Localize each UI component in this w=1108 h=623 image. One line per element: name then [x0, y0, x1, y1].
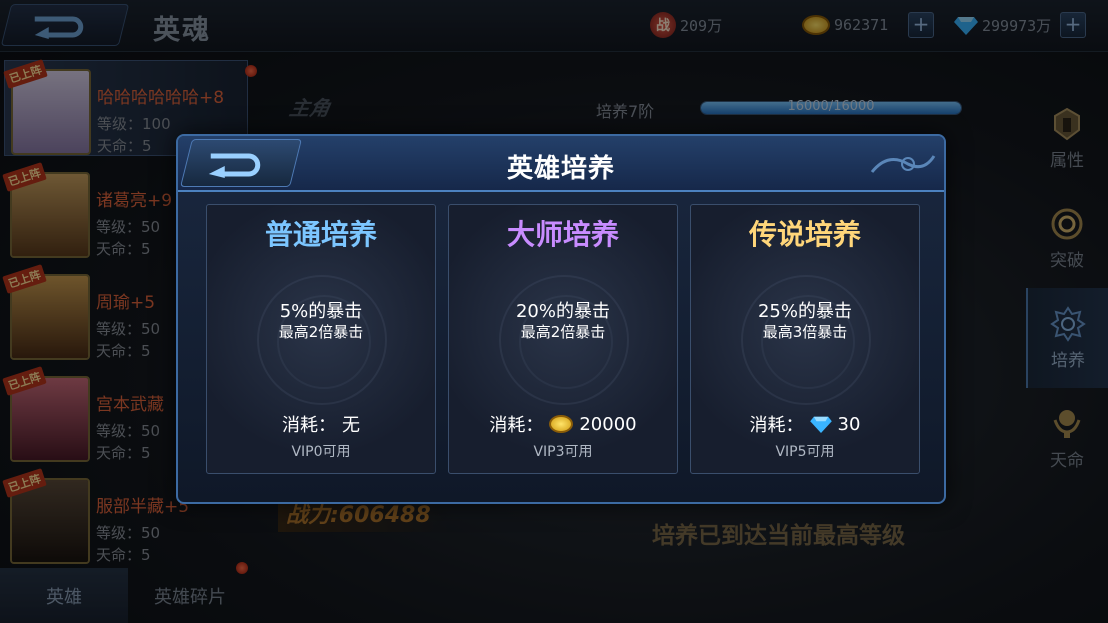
vip-requirement: VIP3可用: [533, 444, 593, 460]
cost-value: 30: [837, 413, 861, 435]
crit-max: 最高3倍暴击: [762, 323, 848, 341]
hero-training-dialog: 英雄培养 普通培养 5%的暴击 最高2倍暴击 消耗： 无 VIP0可用 大师培养…: [176, 134, 946, 504]
legend-training-card[interactable]: 传说培养 25%的暴击 最高3倍暴击 消耗： 30 VIP5可用: [690, 204, 920, 474]
cost-label: 消耗：: [749, 415, 804, 436]
cloud-ornament-icon: [870, 155, 936, 173]
dialog-title: 英雄培养: [506, 154, 615, 184]
gold-coin-icon: [549, 415, 574, 433]
master-training-card[interactable]: 大师培养 20%的暴击 最高2倍暴击 消耗： 20000 VIP3可用: [448, 204, 678, 474]
normal-training-card[interactable]: 普通培养 5%的暴击 最高2倍暴击 消耗： 无 VIP0可用: [206, 204, 436, 474]
training-cost: 消耗： 30: [691, 411, 919, 437]
crit-max: 最高2倍暴击: [278, 323, 364, 341]
cost-label: 消耗：: [282, 415, 336, 436]
cost-value: 20000: [579, 413, 637, 435]
cost-value: 无: [342, 415, 360, 436]
diamond-icon: [809, 416, 832, 433]
crit-chance: 20%的暴击: [515, 301, 610, 322]
training-cost: 消耗： 无: [207, 411, 435, 437]
card-title: 普通培养: [264, 218, 377, 251]
dialog-header: 英雄培养: [178, 136, 944, 192]
crit-chance: 25%的暴击: [757, 301, 852, 322]
crit-max: 最高2倍暴击: [520, 323, 606, 341]
training-cost: 消耗： 20000: [449, 411, 677, 437]
cost-label: 消耗：: [489, 415, 544, 436]
vip-requirement: VIP5可用: [775, 444, 835, 460]
card-title: 大师培养: [506, 218, 619, 251]
card-title: 传说培养: [748, 218, 861, 251]
training-options: 普通培养 5%的暴击 最高2倍暴击 消耗： 无 VIP0可用 大师培养 20%的…: [198, 204, 924, 476]
crit-chance: 5%的暴击: [279, 301, 363, 322]
game-screen: 英魂 战 209万 962371 + 299973万 + 已上阵 哈哈哈哈哈哈+…: [0, 0, 1108, 623]
vip-requirement: VIP0可用: [291, 444, 351, 460]
